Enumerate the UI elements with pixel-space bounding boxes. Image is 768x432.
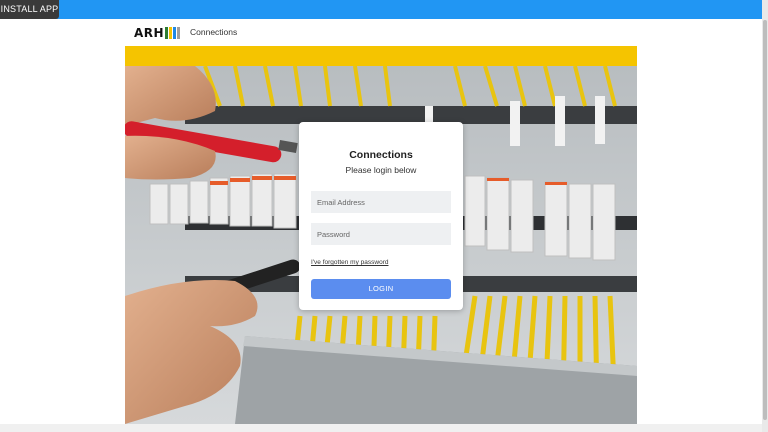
install-app-button[interactable]: INSTALL APP — [0, 0, 59, 19]
scrollbar[interactable] — [762, 0, 768, 432]
logo-text: ARH — [134, 26, 165, 40]
password-field[interactable] — [311, 223, 451, 245]
brand-logo[interactable]: ARH — [134, 26, 181, 40]
scrollbar-thumb[interactable] — [763, 20, 767, 420]
login-card: Connections Please login below I've forg… — [299, 122, 463, 310]
top-bar: INSTALL APP — [0, 0, 762, 19]
nav-link-connections[interactable]: Connections — [190, 27, 237, 37]
login-title: Connections — [349, 149, 413, 161]
email-field[interactable] — [311, 191, 451, 213]
site-header: ARH Connections — [125, 20, 637, 46]
forgot-password-link[interactable]: I've forgotten my password — [311, 259, 388, 266]
login-button[interactable]: LOGIN — [311, 279, 451, 299]
login-subtitle: Please login below — [345, 165, 417, 175]
logo-color-bars — [165, 27, 181, 39]
accent-band — [125, 46, 637, 66]
page-footer — [0, 424, 762, 432]
